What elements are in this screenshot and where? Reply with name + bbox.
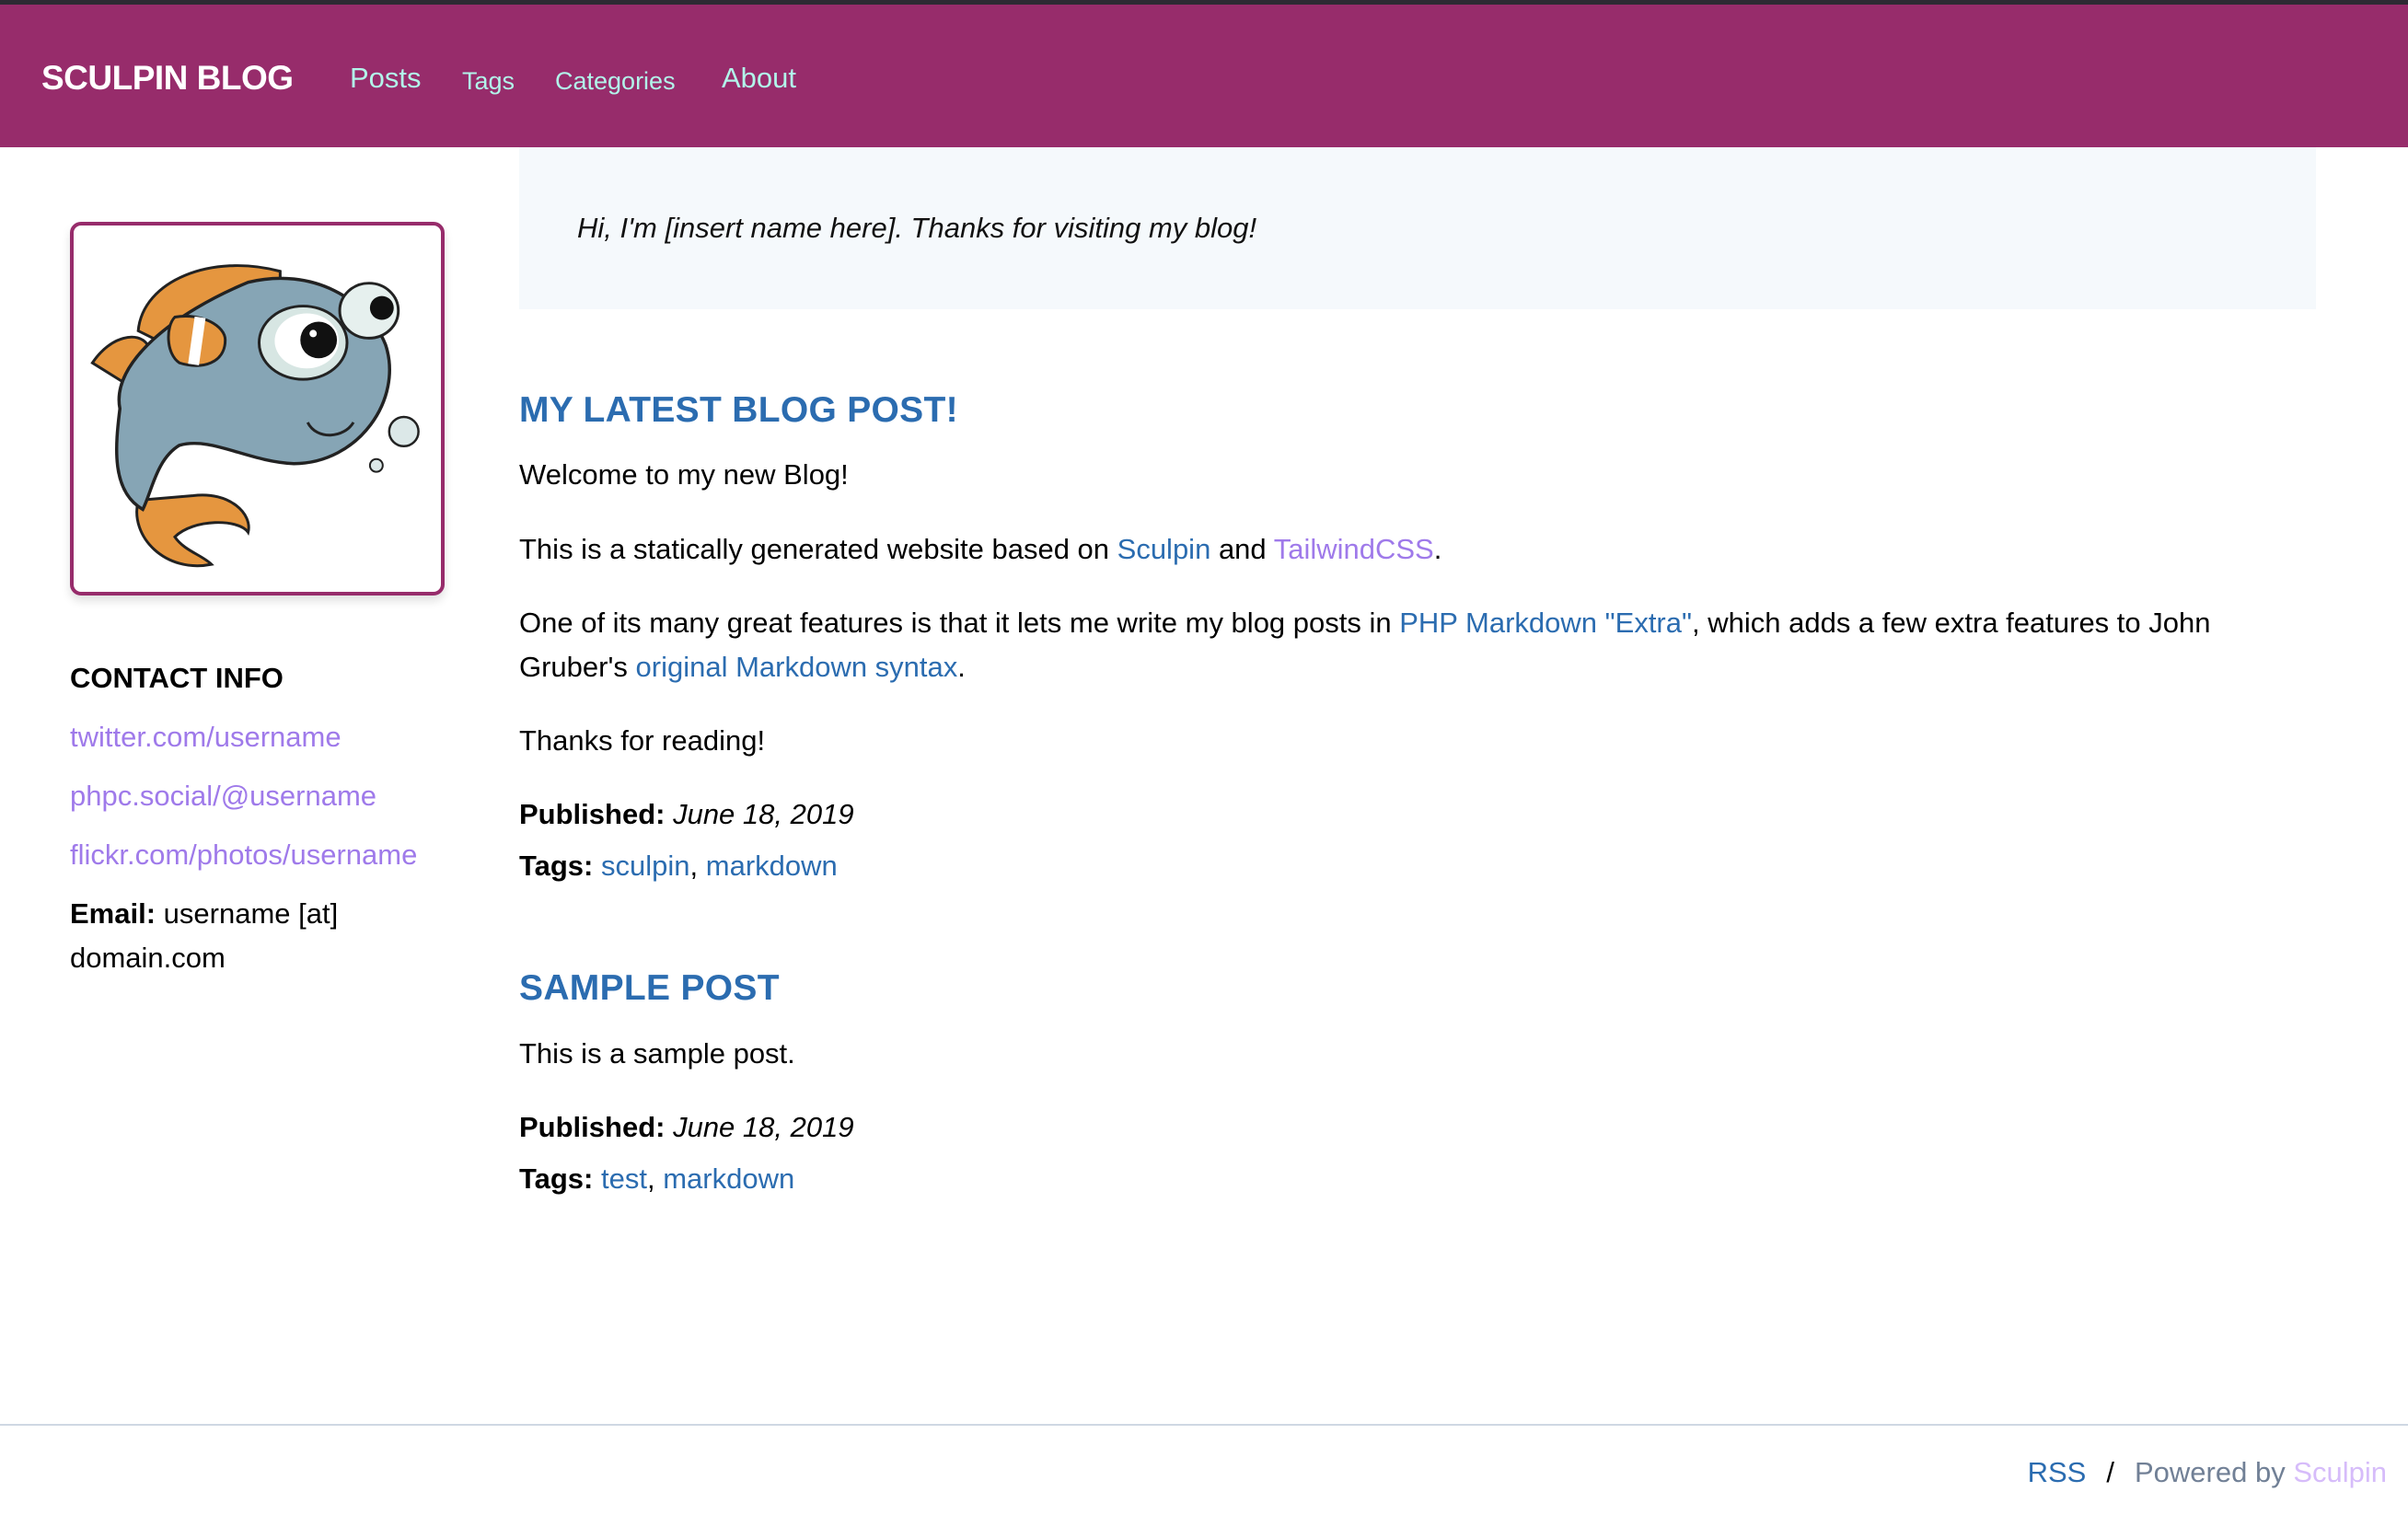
tag-link[interactable]: test — [601, 1162, 647, 1195]
post-paragraph: This is a sample post. — [519, 1037, 795, 1070]
nav-posts[interactable]: Posts — [350, 58, 422, 98]
post-published: Published: June 18, 2019 — [519, 792, 2316, 837]
published-date: June 18, 2019 — [673, 1111, 854, 1143]
tailwindcss-link[interactable]: TailwindCSS — [1274, 533, 1434, 565]
site-footer: RSS / Powered by Sculpin — [2028, 1451, 2387, 1495]
text: and — [1210, 533, 1274, 565]
rss-link[interactable]: RSS — [2028, 1456, 2087, 1488]
nav-about[interactable]: About — [722, 58, 796, 98]
email-info: Email: username [at] domain.com — [70, 892, 457, 980]
flickr-link[interactable]: flickr.com/photos/username — [70, 833, 417, 877]
site-logo[interactable]: SCULPIN BLOG — [41, 58, 294, 98]
post-tags: Tags: sculpin, markdown — [519, 844, 2316, 888]
published-date: June 18, 2019 — [673, 798, 854, 830]
php-markdown-extra-link[interactable]: PHP Markdown "Extra" — [1399, 607, 1692, 639]
post-title[interactable]: SAMPLE POST — [519, 968, 780, 1008]
post-paragraph: This is a statically generated website b… — [519, 527, 2316, 572]
sculpin-footer-link[interactable]: Sculpin — [2293, 1456, 2387, 1488]
text: . — [957, 651, 966, 683]
text: One of its many great features is that i… — [519, 607, 1400, 639]
post-paragraph: One of its many great features is that i… — [519, 601, 2316, 689]
contact-info-heading: CONTACT INFO — [70, 662, 284, 694]
avatar — [70, 222, 445, 596]
phpc-social-link[interactable]: phpc.social/@username — [70, 774, 376, 818]
intro-text: Hi, I'm [insert name here]. Thanks for v… — [577, 212, 1257, 244]
nav-tags[interactable]: Tags — [462, 61, 515, 101]
tags-label: Tags: — [519, 850, 594, 882]
tags-label: Tags: — [519, 1162, 594, 1195]
intro-banner: Hi, I'm [insert name here]. Thanks for v… — [519, 147, 2316, 309]
email-label: Email: — [70, 897, 156, 930]
twitter-link[interactable]: twitter.com/username — [70, 715, 342, 759]
text: This is a statically generated website b… — [519, 533, 1117, 565]
published-label: Published: — [519, 798, 666, 830]
published-label: Published: — [519, 1111, 666, 1143]
footer-separator: / — [2106, 1456, 2114, 1488]
post-title-link[interactable]: MY LATEST BLOG POST! — [519, 387, 958, 434]
post-tags: Tags: test, markdown — [519, 1157, 2316, 1201]
powered-by-text: Powered by — [2134, 1456, 2294, 1488]
site-header: SCULPIN BLOG Posts Tags Categories About — [0, 5, 2408, 147]
text: . — [1433, 533, 1442, 565]
sculpin-fish-icon — [90, 264, 420, 568]
tag-link[interactable]: markdown — [706, 850, 838, 882]
tag-separator: , — [689, 850, 699, 882]
post-paragraph: Thanks for reading! — [519, 724, 766, 757]
nav-categories[interactable]: Categories — [555, 61, 676, 101]
tag-link[interactable]: sculpin — [601, 850, 690, 882]
post-title[interactable]: MY LATEST BLOG POST! — [519, 390, 958, 430]
tag-link[interactable]: markdown — [663, 1162, 794, 1195]
sculpin-link[interactable]: Sculpin — [1117, 533, 1211, 565]
footer-divider — [0, 1424, 2408, 1426]
original-markdown-link[interactable]: original Markdown syntax — [636, 651, 958, 683]
post-published: Published: June 18, 2019 — [519, 1105, 2316, 1150]
tag-separator: , — [646, 1162, 655, 1195]
post-title-link[interactable]: SAMPLE POST — [519, 966, 780, 1012]
post-paragraph: Welcome to my new Blog! — [519, 458, 849, 491]
